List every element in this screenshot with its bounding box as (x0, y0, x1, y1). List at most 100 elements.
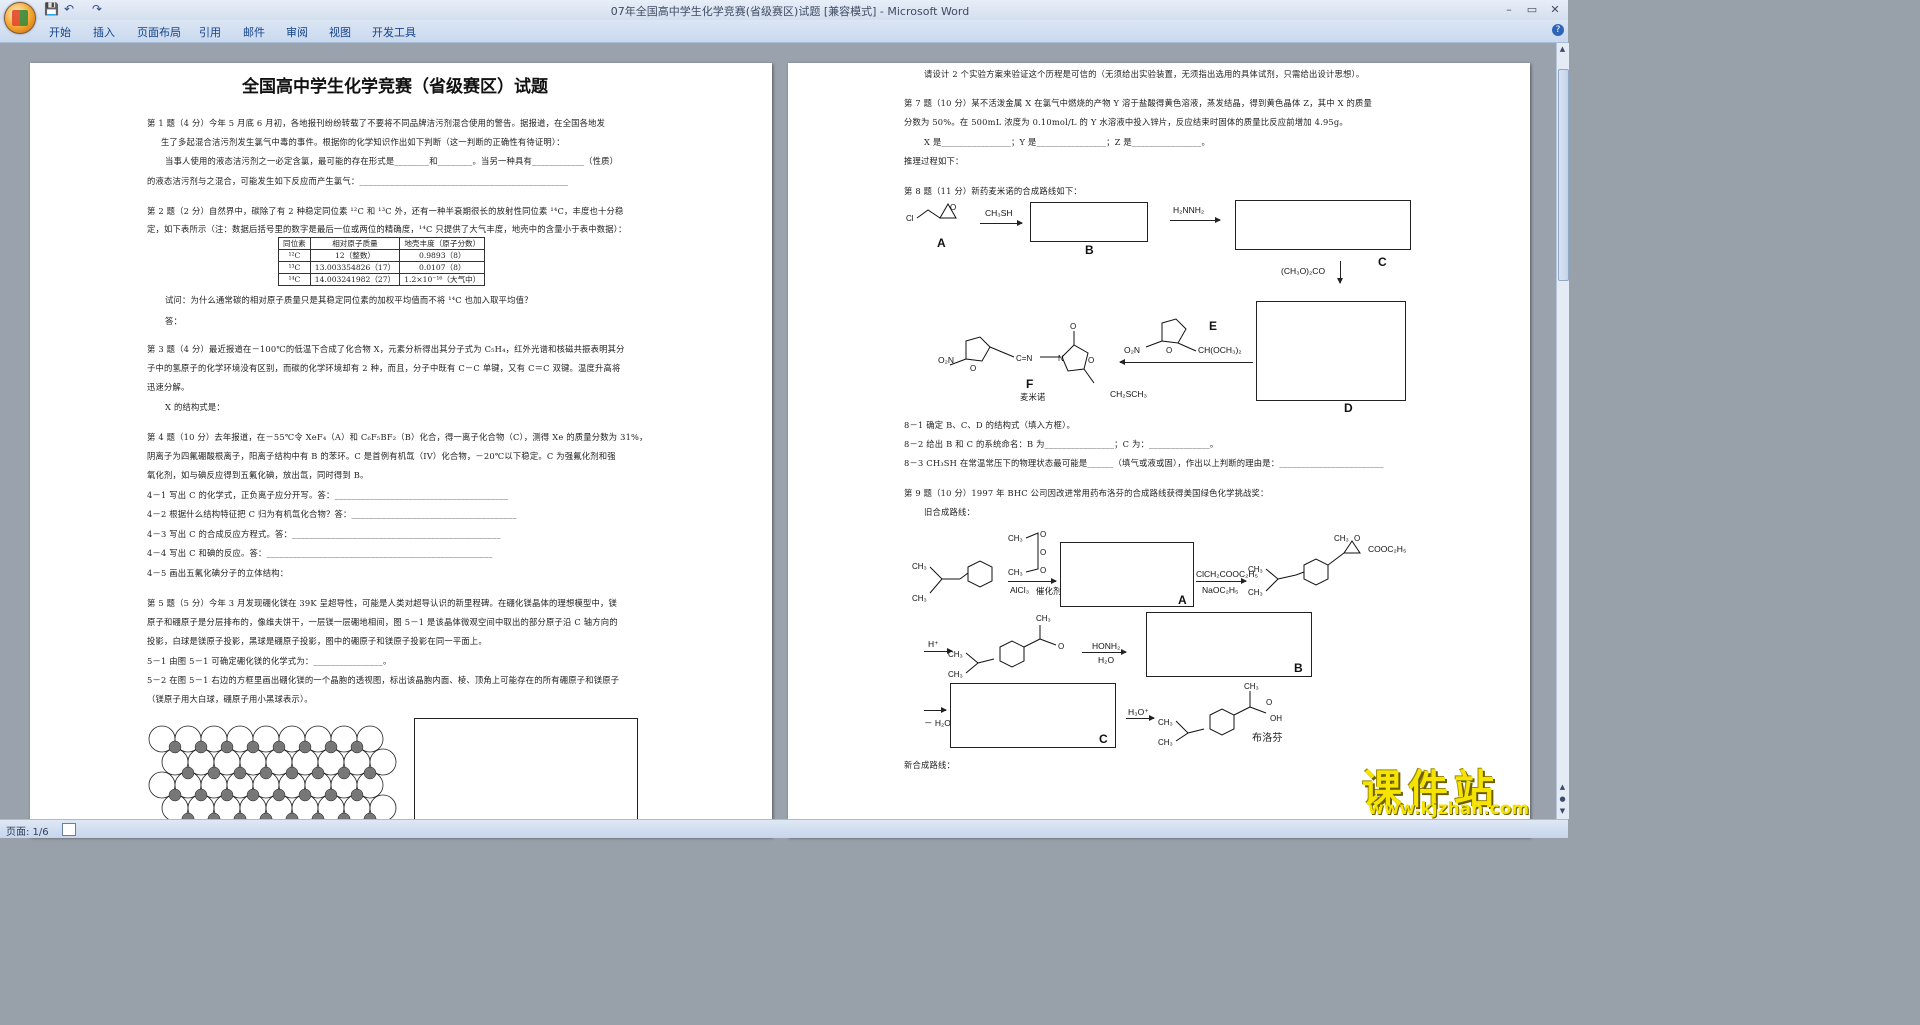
tab-insert[interactable]: 插入 (93, 24, 115, 40)
vertical-scrollbar[interactable]: ▲ ▲ ● ▼ (1556, 43, 1569, 819)
table-cell: 同位素 (278, 237, 311, 250)
label-9b: B (1294, 661, 1303, 675)
svg-text:CH₃: CH₃ (1158, 718, 1173, 727)
svg-text:CH₃: CH₃ (1248, 588, 1263, 597)
arrow-to-b9 (1082, 649, 1127, 655)
redo-icon[interactable]: ↷ (90, 3, 104, 16)
answer-box-c[interactable] (1235, 200, 1411, 250)
vertical-ruler (0, 43, 14, 819)
svg-text:CH₃: CH₃ (1008, 568, 1023, 577)
q3-line-1: 第 3 题（4 分）最近报道在－100℃的低温下合成了化合物 X，元素分析得出其… (147, 344, 625, 354)
browse-object-icon[interactable]: ● (1558, 795, 1567, 804)
q5-line-2: 原子和硼原子是分层排布的，像维夫饼干，一层镁一层硼地相间，图 5－1 是该晶体微… (147, 617, 618, 627)
svg-text:O: O (1040, 566, 1046, 575)
answer-box-d[interactable] (1256, 301, 1406, 401)
isobutylbenzene-structure: CH₃ CH₃ (912, 560, 993, 603)
q4-line-2: 阴离子为四氟硼酸根离子，阳离子结构中有 B 的苯环。C 是首例有机氙（IV）化合… (147, 451, 616, 461)
q9-new-route: 新合成路线： (904, 760, 955, 770)
q7-reasoning: 推理过程如下： (904, 156, 964, 166)
svg-text:O: O (1088, 356, 1094, 365)
tab-developer[interactable]: 开发工具 (372, 24, 416, 40)
q4-3: 4－3 写出 C 的合成反应方程式。答：____________________… (147, 529, 501, 539)
arrow-d-to-f (1119, 359, 1253, 365)
arrow-a-to-epoxide (1196, 578, 1247, 584)
answer-box-b[interactable] (1030, 202, 1148, 242)
q1-line-2: 生了多起混合洁污剂发生氯气中毒的事件。根据你的化学知识作出如下判断（这一判断的正… (161, 137, 565, 147)
maximize-button[interactable]: ▭ (1521, 3, 1543, 17)
scroll-thumb[interactable] (1558, 69, 1569, 281)
epoxy-ester-group: COOC₂H₅ (1368, 544, 1407, 554)
scroll-up-icon[interactable]: ▲ (1558, 45, 1567, 54)
reagent-hydroxylamine: HONH₂ (1092, 641, 1121, 651)
arrow-b-to-c (1170, 217, 1221, 223)
arrow-to-ibuprofen (1126, 715, 1155, 721)
q5-line-3: 投影，白球是镁原子投影，黑球是硼原子投影，图中的硼原子和镁原子投影在同一平面上。 (147, 636, 487, 646)
svg-text:O: O (1040, 530, 1046, 539)
arrow-c-to-d (1337, 261, 1343, 284)
tab-references[interactable]: 引用 (199, 24, 221, 40)
svg-text:C=N: C=N (1016, 354, 1032, 363)
table-cell: 相对原子质量 (309, 237, 401, 250)
epoxy-ester-structure: CH₃ CH₃ CH₃ O (1248, 534, 1361, 597)
reagent-dimethyl-carbonate: (CH₃O)₂CO (1281, 266, 1326, 276)
tab-page-layout[interactable]: 页面布局 (137, 24, 181, 40)
q8-2: 8－2 给出 B 和 C 的系统命名：B 为________________；C… (904, 439, 1219, 449)
svg-text:O: O (1040, 548, 1046, 557)
tab-mailings[interactable]: 邮件 (243, 24, 265, 40)
svg-text:O: O (950, 203, 956, 212)
svg-text:N: N (1058, 354, 1064, 363)
q8-line-1: 第 8 题（11 分）新药麦米诺的合成路线如下： (904, 186, 1082, 196)
next-page-icon[interactable]: ▼ (1558, 807, 1567, 816)
page-count[interactable]: 页面: 1/6 (6, 823, 49, 838)
q7-answers: X 是________________；Y 是________________；… (924, 137, 1210, 147)
aldehyde-structure: CH₃ CH₃ CH₃ O (948, 614, 1064, 679)
q3-line-3: 迅速分解。 (147, 382, 190, 392)
tab-review[interactable]: 审阅 (286, 24, 308, 40)
help-icon[interactable]: ? (1552, 24, 1564, 36)
svg-text:CH₃: CH₃ (1158, 738, 1173, 747)
svg-text:O: O (1058, 642, 1064, 651)
reagent-ch3sh: CH₃SH (985, 208, 1013, 218)
answer-box-9b[interactable] (1146, 612, 1312, 677)
office-logo-icon (12, 10, 28, 26)
isotope-table: 同位素 相对原子质量 地壳丰度（原子分数） ¹²C 12（整数） 0.9893（8） ¹… (278, 237, 486, 286)
q5-1: 5－1 由图 5－1 可确定硼化镁的化学式为：________________。 (147, 656, 392, 666)
table-cell: 13.003354826（17） (309, 261, 401, 274)
close-button[interactable]: ✕ (1544, 3, 1566, 17)
q1-line-1: 第 1 题（4 分）今年 5 月底 6 月初，各地报刊纷纷转载了不要将不同品牌洁… (147, 118, 606, 128)
title-bar: 💾 ↶ ↷ 07年全国高中学生化学竞赛(省级赛区)试题 [兼容模式] - Mic… (0, 0, 1568, 20)
document-page-2[interactable]: 请设计 2 个实验方案来验证这个历程是可信的（无须给出实验装置，无须指出选用的具… (788, 63, 1530, 837)
svg-text:O: O (1166, 346, 1172, 355)
e-acetal-group: CH(OCH₃)₂ (1198, 345, 1242, 355)
f-name: 麦米诺 (1020, 392, 1046, 402)
ribbon-tabs: 开始 插入 页面布局 引用 邮件 审阅 视图 开发工具 (0, 20, 1568, 43)
answer-box-9a[interactable] (1060, 542, 1194, 607)
reagent-minus-water: － H₂O (924, 718, 951, 728)
reagent-naoet: NaOC₂H₅ (1202, 585, 1239, 595)
undo-icon[interactable]: ↶ (62, 3, 76, 16)
proofing-icon[interactable] (62, 823, 76, 836)
answer-box-9c[interactable] (950, 683, 1116, 748)
svg-text:O: O (1354, 534, 1360, 543)
q8-3: 8－3 CH₃SH 在常温常压下的物理状态最可能是______（填气或液或固），… (904, 458, 1384, 468)
svg-text:CH₃: CH₃ (1244, 682, 1259, 691)
q2-line-1: 第 2 题（2 分）自然界中，碳除了有 2 种稳定同位素 ¹²C 和 ¹³C 外… (147, 206, 624, 216)
svg-text:O: O (1070, 322, 1076, 331)
q5-line-1: 第 5 题（5 分）今年 3 月发现硼化镁在 39K 呈超导性，可能是人类对超导… (147, 598, 618, 608)
q7-line-1: 第 7 题（10 分）某不活泼金属 X 在氯气中燃烧的产物 Y 溶于盐酸得黄色溶… (904, 98, 1373, 108)
prev-page-icon[interactable]: ▲ (1558, 783, 1567, 792)
table-cell: 1.2×10⁻¹⁶（大气中） (399, 273, 486, 286)
q5-2: 5－2 在图 5－1 右边的方框里画出硼化镁的一个晶胞的透视图，标出该晶胞内面、… (147, 675, 620, 685)
label-9c: C (1099, 732, 1108, 746)
tab-view[interactable]: 视图 (329, 24, 351, 40)
site-watermark: 课件站 www.kjzhan.com (1362, 757, 1552, 819)
minimize-button[interactable]: – (1498, 3, 1520, 17)
save-icon[interactable]: 💾 (44, 3, 59, 16)
e-nitro-group: O₂N (1124, 345, 1141, 355)
ibuprofen-name: 布洛芬 (1252, 733, 1283, 744)
tab-home[interactable]: 开始 (49, 24, 71, 40)
page-title: 全国高中学生化学竞赛（省级赛区）试题 (242, 77, 548, 97)
office-button[interactable] (4, 2, 36, 34)
f-nitro-group: O₂N (938, 355, 955, 365)
document-page-1[interactable]: 全国高中学生化学竞赛（省级赛区）试题 第 1 题（4 分）今年 5 月底 6 月… (30, 63, 772, 837)
